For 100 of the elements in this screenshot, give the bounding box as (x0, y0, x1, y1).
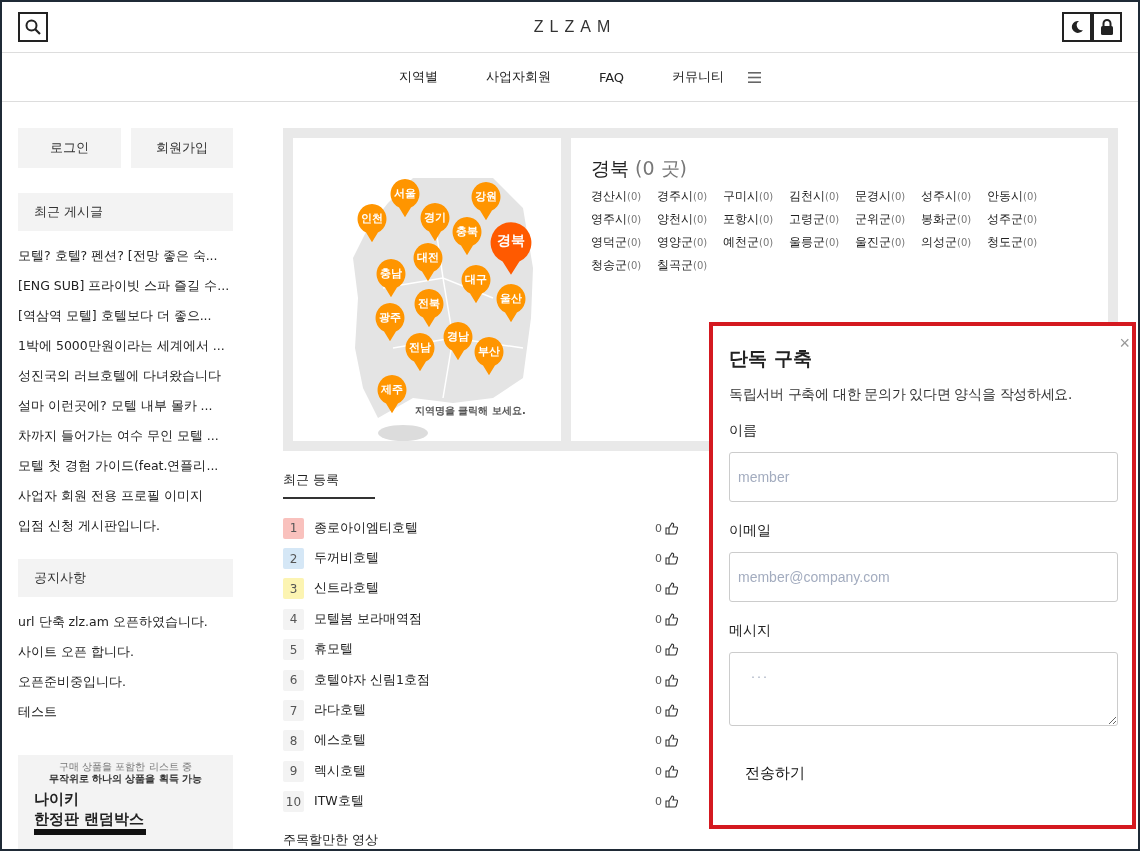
lock-icon (1100, 19, 1114, 35)
thumbs-up-icon[interactable] (665, 521, 678, 535)
district-link[interactable]: 청도군(0) (987, 234, 1053, 251)
section-tab[interactable]: 최근 등록 (283, 471, 375, 499)
district-link[interactable]: 의성군(0) (921, 234, 987, 251)
district-link[interactable]: 영양군(0) (657, 234, 723, 251)
notice-link[interactable]: 사이트 오픈 합니다. (18, 644, 134, 659)
rank-badge: 9 (283, 760, 304, 782)
nav-link[interactable]: FAQ (598, 69, 625, 85)
post-link[interactable]: [역삼역 모텔] 호텔보다 더 좋으... (18, 308, 212, 323)
district-link[interactable]: 경주시(0) (657, 188, 723, 205)
modal-title: 단독 구축 (729, 346, 813, 371)
ad-banner[interactable]: 구매 상품을 포함한 리스트 중 무작위로 하나의 상품을 획득 가능 나이키 한정판 랜덤박스 (18, 755, 233, 849)
hotel-link[interactable]: 신트라호텔 (314, 580, 645, 598)
district-link[interactable]: 김천시(0) (789, 188, 855, 205)
post-link[interactable]: 모텔 첫 경험 가이드(feat.연플리... (18, 458, 219, 473)
dark-mode-button[interactable] (1062, 12, 1092, 42)
district-link[interactable]: 안동시(0) (987, 188, 1053, 205)
district-link[interactable]: 군위군(0) (855, 211, 921, 228)
thumbs-up-icon[interactable] (665, 612, 678, 626)
message-field[interactable]: ... (729, 652, 1118, 726)
district-link[interactable]: 고령군(0) (789, 211, 855, 228)
hotel-link[interactable]: 에스호텔 (314, 732, 645, 750)
nav-link[interactable]: 사업자회원 (485, 68, 551, 86)
district-link[interactable]: 칠곡군(0) (657, 257, 723, 274)
district-link[interactable]: 영덕군(0) (591, 234, 657, 251)
post-link[interactable]: 입점 신청 게시판입니다. (18, 518, 160, 533)
hotel-link[interactable]: 종로아이엠티호텔 (314, 519, 645, 537)
section-heading: 최근 게시글 (18, 193, 233, 231)
ad-headline: 한정판 랜덤박스 (34, 809, 146, 829)
thumbs-up-icon[interactable] (665, 704, 678, 718)
notice-link[interactable]: 테스트 (18, 704, 57, 719)
input-field[interactable]: member@company.com (729, 552, 1118, 602)
login-lock-button[interactable] (1092, 12, 1122, 42)
like-count: 0 (655, 552, 662, 566)
thumbs-up-icon[interactable] (665, 795, 678, 809)
like-count: 0 (655, 521, 662, 535)
district-link[interactable]: 구미시(0) (723, 188, 789, 205)
hotel-link[interactable]: 두꺼비호텔 (314, 550, 645, 568)
search-button[interactable] (18, 12, 48, 42)
hotel-link[interactable]: 모텔봄 보라매역점 (314, 610, 645, 628)
nav-link[interactable]: 커뮤니티 (672, 68, 725, 86)
signup-button[interactable]: 회원가입 (130, 128, 233, 168)
field-label: 메시지 (729, 622, 772, 640)
post-link[interactable]: [ENG SUB] 프라이빗 스파 즐길 수... (18, 278, 230, 293)
field-label: 이메일 (729, 522, 772, 540)
login-button[interactable]: 로그인 (18, 128, 121, 168)
post-link[interactable]: 모텔? 호텔? 펜션? [전망 좋은 숙... (18, 248, 218, 263)
thumbs-up-icon[interactable] (665, 764, 678, 778)
thumbs-up-icon[interactable] (665, 643, 678, 657)
district-link[interactable]: 성주시(0) (921, 188, 987, 205)
district-link[interactable]: 영주시(0) (591, 211, 657, 228)
thumbs-up-icon[interactable] (665, 734, 678, 748)
post-link[interactable]: 차까지 들어가는 여수 무인 모텔 ... (18, 428, 219, 443)
post-link[interactable]: 사업자 회원 전용 프로필 이미지 (18, 488, 203, 503)
district-link[interactable]: 청송군(0) (591, 257, 657, 274)
district-link[interactable]: 봉화군(0) (921, 211, 987, 228)
post-link[interactable]: 설마 이런곳에? 모텔 내부 몰카 ... (18, 398, 213, 413)
rank-badge: 8 (283, 730, 304, 752)
site-logo[interactable]: ZLZAM (493, 18, 617, 36)
like-count: 0 (655, 673, 662, 687)
district-link[interactable]: 경산시(0) (591, 188, 657, 205)
menu-icon[interactable] (748, 71, 762, 83)
notice-link[interactable]: url 단축 zlz.am 오픈하였습니다. (18, 614, 208, 629)
rank-badge: 4 (283, 608, 304, 630)
region-name: 경북 (591, 157, 629, 179)
district-link[interactable]: 울릉군(0) (789, 234, 855, 251)
notice-link[interactable]: 오픈준비중입니다. (18, 674, 126, 689)
district-link[interactable]: 문경시(0) (855, 188, 921, 205)
field-label: 이름 (729, 422, 758, 440)
rank-badge: 10 (283, 791, 304, 813)
district-link[interactable]: 예천군(0) (723, 234, 789, 251)
thumbs-up-icon[interactable] (665, 673, 678, 687)
hotel-link[interactable]: ITW호텔 (314, 793, 645, 811)
district-link[interactable]: 포항시(0) (723, 211, 789, 228)
rank-badge: 5 (283, 639, 304, 661)
hotel-link[interactable]: 호텔야자 신림1호점 (314, 671, 645, 689)
ad-caption: 무작위로 하나의 상품을 획득 가능 (48, 773, 203, 785)
rank-badge: 3 (283, 578, 304, 600)
nav-link[interactable]: 지역별 (398, 68, 438, 86)
district-link[interactable]: 성주군(0) (987, 211, 1053, 228)
post-link[interactable]: 성진국의 러브호텔에 다녀왔습니다 (18, 368, 221, 383)
hotel-link[interactable]: 라다호텔 (314, 702, 645, 720)
input-field[interactable]: member (729, 452, 1118, 502)
modal-description: 독립서버 구축에 대한 문의가 있다면 양식을 작성하세요. (729, 386, 1074, 404)
like-count: 0 (655, 582, 662, 596)
thumbs-up-icon[interactable] (665, 582, 678, 596)
submit-button[interactable]: 전송하기 (729, 760, 821, 787)
hotel-link[interactable]: 휴모텔 (314, 641, 645, 659)
like-count: 0 (655, 795, 662, 809)
hotel-link[interactable]: 렉시호텔 (314, 762, 645, 780)
search-icon (25, 19, 41, 35)
post-link[interactable]: 1박에 5000만원이라는 세계에서 ... (18, 338, 225, 353)
rank-badge: 2 (283, 548, 304, 570)
ad-headline: 나이키 (34, 789, 80, 809)
thumbs-up-icon[interactable] (665, 552, 678, 566)
district-link[interactable]: 울진군(0) (855, 234, 921, 251)
like-count: 0 (655, 704, 662, 718)
rank-badge: 1 (283, 517, 304, 539)
district-link[interactable]: 양천시(0) (657, 211, 723, 228)
